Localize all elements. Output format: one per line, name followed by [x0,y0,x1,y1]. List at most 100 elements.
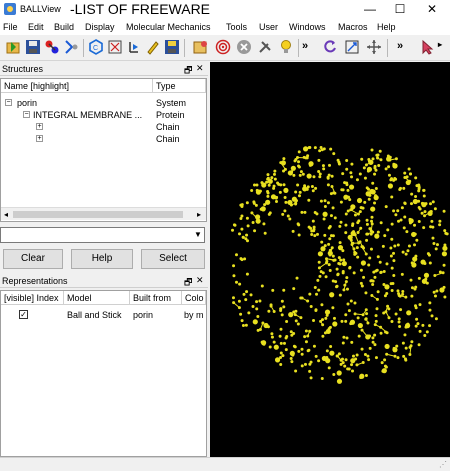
column-header-model[interactable]: Model [64,291,130,305]
scroll-right-icon[interactable]: ▸ [194,208,204,221]
save-icon[interactable] [25,39,41,55]
menu-edit[interactable]: Edit [28,22,44,32]
atom-ball [324,309,331,315]
column-header-visible-index[interactable]: [visible] Index [1,291,64,305]
toolbar-overflow-icon[interactable]: » [302,40,308,52]
translate-icon[interactable] [366,39,382,55]
representations-table[interactable]: [visible] Index Model Built from Colo ✓ … [0,290,207,457]
menu-build[interactable]: Build [54,22,74,32]
tools-icon[interactable] [257,39,273,55]
visible-checkbox[interactable]: ✓ [19,310,28,319]
atom-ball [377,163,381,167]
atom-ball [266,194,270,198]
ring-structure-icon[interactable]: C [88,39,104,55]
atom-ball [232,264,236,268]
zoom-icon[interactable] [344,39,360,55]
atom-ball [245,201,249,205]
minimize-button[interactable]: — [354,0,386,19]
atom-ball [360,284,364,288]
menu-help[interactable]: Help [377,22,396,32]
atom-ball [249,293,253,297]
atom-ball [364,291,368,295]
float-panel-icon[interactable]: 🗗 [184,63,192,79]
float-panel-icon[interactable]: 🗗 [184,275,192,291]
rotate-icon[interactable] [322,39,338,55]
save-image-icon[interactable] [164,39,180,55]
atom-ball [333,216,337,220]
close-panel-icon[interactable]: ✕ [196,63,204,74]
tree-expander-icon[interactable]: − [23,111,30,118]
selection-combobox[interactable]: ▼ [0,227,205,243]
help-button[interactable]: Help [71,249,133,269]
atom-ball [237,299,241,303]
atom-ball [336,158,340,162]
column-header-color[interactable]: Colo [182,291,206,305]
atom-ball [315,232,319,236]
column-header-type[interactable]: Type [153,79,206,93]
atom-ball [332,316,336,320]
menu-windows[interactable]: Windows [289,22,326,32]
lightbulb-icon[interactable] [278,39,294,55]
atom-ball [442,209,446,213]
target-icon[interactable] [215,39,231,55]
atom-ball [271,288,275,292]
molecule-settings-icon[interactable] [193,39,209,55]
menu-molecular-mechanics[interactable]: Molecular Mechanics [126,22,211,32]
edit-mode-icon[interactable] [145,39,161,55]
atom-ball [326,201,330,205]
resize-grip-icon[interactable]: ⋰ [439,460,447,469]
close-panel-icon[interactable]: ✕ [196,275,204,286]
atom-ball [392,162,396,166]
scroll-left-icon[interactable]: ◂ [1,208,11,221]
menu-display[interactable]: Display [85,22,115,32]
stop-icon[interactable] [236,39,252,55]
molecular-3d-viewer[interactable] [210,62,450,457]
structures-tree[interactable]: Name [highlight] Type − porin System − I… [0,78,207,222]
open-file-icon[interactable] [6,39,22,55]
atom-ball [418,329,422,333]
atom-ball [308,292,312,296]
tree-expander-icon[interactable]: + [36,135,43,142]
atom-ball [382,270,386,274]
picking-mode-icon[interactable] [420,39,436,55]
menu-file[interactable]: File [3,22,18,32]
tree-item-name[interactable]: INTEGRAL MEMBRANE ... [33,110,151,120]
atom-ball [355,353,359,357]
atom-ball [410,294,414,298]
column-header-built-from[interactable]: Built from [130,291,182,305]
bond-tool-icon[interactable] [44,39,60,55]
atom-ball [243,257,247,261]
tree-expander-icon[interactable]: − [5,99,12,106]
atom-ball [370,206,376,212]
atom-ball [253,229,257,233]
atom-ball [363,352,367,356]
menu-macros[interactable]: Macros [338,22,368,32]
scrollbar-thumb[interactable] [13,211,183,218]
hydrogen-tool-icon[interactable] [63,39,79,55]
menu-user[interactable]: User [259,22,278,32]
atom-ball [396,243,400,247]
tree-expander-icon[interactable]: + [36,123,43,130]
atom-ball [356,221,360,225]
chevron-down-icon[interactable]: ▼ [193,229,203,241]
column-header-name[interactable]: Name [highlight] [1,79,153,93]
maximize-button[interactable]: ☐ [384,0,416,19]
atom-ball [232,301,236,305]
horizontal-scrollbar[interactable]: ◂ ▸ [1,207,206,220]
atom-ball [343,194,349,200]
tree-item-name[interactable]: porin [17,98,37,108]
atom-ball [374,187,378,191]
atom-ball [401,341,405,345]
fit-view-icon[interactable] [107,39,123,55]
clear-button[interactable]: Clear [3,249,63,269]
menu-tools[interactable]: Tools [226,22,247,32]
close-button[interactable]: ✕ [416,0,448,19]
atom-ball [350,204,356,210]
select-button[interactable]: Select [141,249,205,269]
representation-color: by m [184,310,204,320]
toolbar-overflow-icon[interactable]: » [397,40,403,52]
rotate-mode-icon[interactable] [126,39,142,55]
dropdown-arrow-icon[interactable]: ▸ [438,40,442,49]
atom-ball [410,192,414,196]
atom-ball [278,334,282,338]
